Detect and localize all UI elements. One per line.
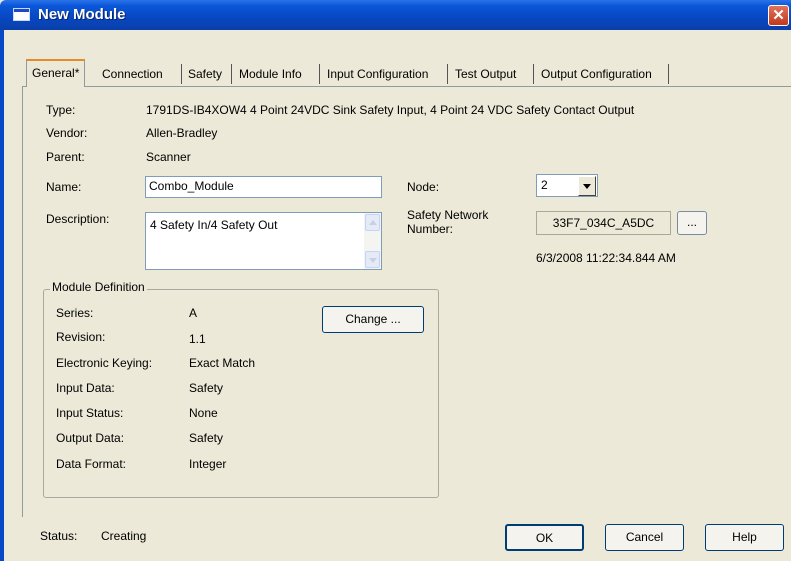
window-frame xyxy=(0,30,4,561)
scroll-up-button[interactable] xyxy=(365,214,380,231)
tab-test-output[interactable]: Test Output xyxy=(450,63,521,86)
series-label: Series: xyxy=(56,306,94,320)
name-label: Name: xyxy=(46,180,82,194)
safety-network-label: Safety Network xyxy=(407,208,489,222)
scroll-down-button[interactable] xyxy=(365,251,380,268)
vendor-label: Vendor: xyxy=(46,126,88,140)
tab-general[interactable]: General* xyxy=(26,59,86,87)
chevron-down-icon xyxy=(583,184,591,189)
vendor-value: Allen-Bradley xyxy=(146,126,218,140)
series-value: A xyxy=(189,306,198,320)
description-label: Description: xyxy=(46,212,110,226)
description-textarea[interactable]: 4 Safety In/4 Safety Out xyxy=(145,212,382,270)
help-button[interactable]: Help xyxy=(705,524,784,551)
description-text: 4 Safety In/4 Safety Out xyxy=(150,218,278,232)
tab-separator xyxy=(447,64,448,84)
output-data-value: Safety xyxy=(189,431,224,445)
safety-network-timestamp: 6/3/2008 11:22:34.844 AM xyxy=(536,251,676,265)
revision-value: 1.1 xyxy=(189,332,206,346)
tab-separator xyxy=(319,64,320,84)
window-icon xyxy=(13,8,30,21)
tab-separator xyxy=(231,64,232,84)
cancel-button[interactable]: Cancel xyxy=(605,524,684,551)
electronic-keying-value: Exact Match xyxy=(189,356,256,370)
tab-output-configuration[interactable]: Output Configuration xyxy=(536,63,657,86)
output-data-label: Output Data: xyxy=(56,431,125,445)
safety-network-label-line2: Number: xyxy=(407,222,454,236)
electronic-keying-label: Electronic Keying: xyxy=(56,356,153,370)
tab-connection[interactable]: Connection xyxy=(97,63,168,86)
safety-network-browse-button[interactable]: ... xyxy=(677,211,707,235)
status-label: Status: xyxy=(40,529,78,543)
tab-separator xyxy=(533,64,534,84)
status-value: Creating xyxy=(101,529,147,543)
description-scrollbar[interactable] xyxy=(364,213,381,269)
scroll-down-arrow-icon xyxy=(369,258,377,263)
input-status-value: None xyxy=(189,406,218,420)
change-button[interactable]: Change ... xyxy=(322,306,424,333)
tab-safety[interactable]: Safety xyxy=(183,63,227,86)
module-definition-title: Module Definition xyxy=(50,280,147,294)
scroll-up-arrow-icon xyxy=(369,220,377,225)
input-data-label: Input Data: xyxy=(56,381,115,395)
tab-separator xyxy=(668,64,669,84)
type-label: Type: xyxy=(46,103,76,117)
parent-label: Parent: xyxy=(46,150,85,164)
title-bar[interactable]: New Module ✕ xyxy=(0,0,791,30)
tab-input-configuration[interactable]: Input Configuration xyxy=(322,63,433,86)
safety-network-number-field: 33F7_034C_A5DC xyxy=(536,211,671,235)
window-title: New Module xyxy=(38,6,126,23)
close-button[interactable]: ✕ xyxy=(768,5,789,26)
tab-module-info[interactable]: Module Info xyxy=(234,63,307,86)
name-input[interactable]: Combo_Module xyxy=(145,176,382,198)
tab-separator xyxy=(181,64,182,84)
node-label: Node: xyxy=(407,180,440,194)
input-data-value: Safety xyxy=(189,381,224,395)
data-format-value: Integer xyxy=(189,457,227,471)
revision-label: Revision: xyxy=(56,330,106,344)
node-dropdown-button[interactable] xyxy=(578,176,596,196)
input-status-label: Input Status: xyxy=(56,406,124,420)
ok-button[interactable]: OK xyxy=(505,524,584,551)
node-select[interactable]: 2 xyxy=(536,174,598,197)
parent-value: Scanner xyxy=(146,150,191,164)
data-format-label: Data Format: xyxy=(56,457,127,471)
type-value: 1791DS-IB4XOW4 4 Point 24VDC Sink Safety… xyxy=(146,103,635,117)
node-value: 2 xyxy=(541,178,548,192)
new-module-dialog: New Module ✕ General* Connection Safety … xyxy=(0,0,791,561)
